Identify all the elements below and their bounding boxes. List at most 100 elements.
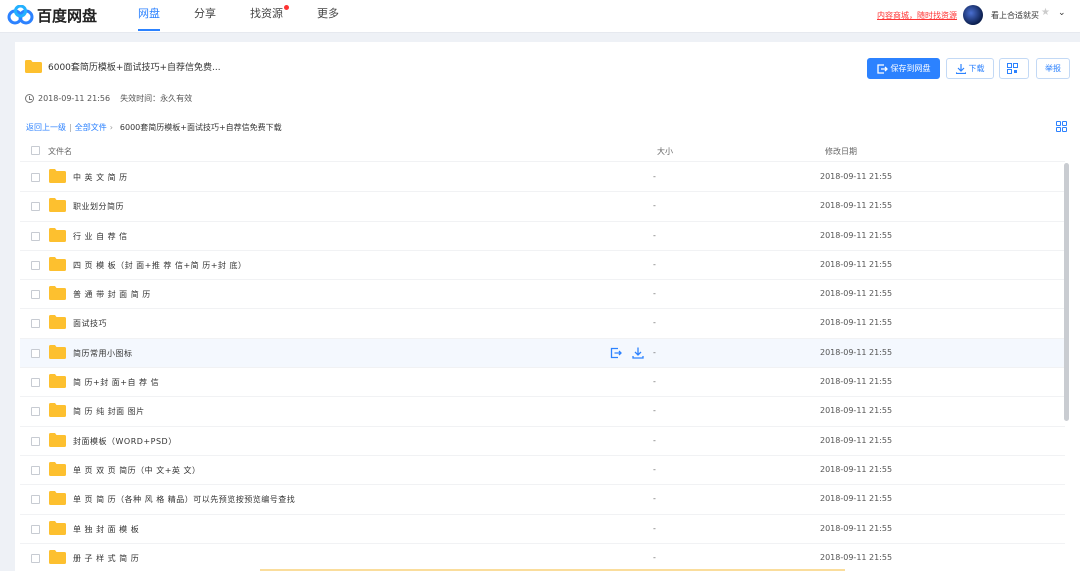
row-checkbox[interactable] xyxy=(31,290,40,300)
table-row[interactable]: 简 历 纯 封面 图片 - 2018-09-11 21:55 xyxy=(20,397,1065,427)
file-name[interactable]: 封面模板（WORD+PSD） xyxy=(73,436,177,447)
nav-tab-more[interactable]: 更多 xyxy=(317,0,339,33)
file-name[interactable]: 简历常用小图标 xyxy=(73,348,133,359)
avatar[interactable] xyxy=(963,5,983,25)
file-name[interactable]: 中 英 文 简 历 xyxy=(73,172,128,183)
row-checkbox[interactable] xyxy=(31,465,40,475)
breadcrumb-back-link[interactable]: 返回上一级 xyxy=(26,122,66,133)
table-row[interactable]: 普 通 带 封 面 简 历 - 2018-09-11 21:55 xyxy=(20,280,1065,310)
row-download-icon[interactable] xyxy=(632,347,644,359)
share-time: 2018-09-11 21:56 xyxy=(38,94,111,103)
table-row[interactable]: 单 页 简 历（各种 风 格 精品）可以先预览按预览编号查找 - 2018-09… xyxy=(20,485,1065,515)
brand-logo[interactable]: 百度网盘 xyxy=(7,4,97,26)
folder-icon xyxy=(49,344,66,359)
nav-tab-find-resources[interactable]: 找资源 xyxy=(250,0,289,33)
nav-tab-share[interactable]: 分享 xyxy=(194,0,216,33)
breadcrumb-all-files-link[interactable]: 全部文件 xyxy=(75,122,107,133)
file-name[interactable]: 四 页 模 板（封 面+推 荐 信+简 历+封 底） xyxy=(73,260,246,271)
row-checkbox[interactable] xyxy=(31,319,40,329)
row-checkbox[interactable] xyxy=(31,348,40,358)
file-name[interactable]: 行 业 自 荐 信 xyxy=(73,231,128,242)
breadcrumb-arrow: › xyxy=(109,123,113,132)
table-row[interactable]: 行 业 自 荐 信 - 2018-09-11 21:55 xyxy=(20,222,1065,251)
row-checkbox[interactable] xyxy=(31,173,40,182)
folder-icon xyxy=(49,403,66,418)
save-to-disk-icon xyxy=(876,63,888,74)
file-name[interactable]: 简 历+封 面+自 荐 信 xyxy=(73,377,159,388)
file-name[interactable]: 面试技巧 xyxy=(73,318,107,329)
file-date: 2018-09-11 21:55 xyxy=(820,230,893,240)
file-date: 2018-09-11 21:55 xyxy=(820,435,893,445)
file-date: 2018-09-11 21:55 xyxy=(820,201,893,211)
nav-tab-disk[interactable]: 网盘 xyxy=(138,0,160,33)
row-checkbox[interactable] xyxy=(31,495,40,505)
file-name[interactable]: 简 历 纯 封面 图片 xyxy=(73,406,145,417)
select-all-checkbox[interactable] xyxy=(31,146,40,155)
folder-icon xyxy=(49,198,66,213)
row-checkbox[interactable] xyxy=(31,524,40,534)
table-row[interactable]: 面试技巧 - 2018-09-11 21:55 xyxy=(20,309,1065,339)
row-checkbox[interactable] xyxy=(31,553,40,563)
file-date: 2018-09-11 21:55 xyxy=(820,494,893,504)
folder-icon xyxy=(49,227,66,242)
folder-icon xyxy=(49,286,66,301)
chevron-down-icon[interactable]: ⌄ xyxy=(1058,8,1066,18)
file-date: 2018-09-11 21:55 xyxy=(820,318,893,328)
table-row[interactable]: 简 历+封 面+自 荐 信 - 2018-09-11 21:55 xyxy=(20,368,1065,398)
table-row[interactable]: 封面模板（WORD+PSD） - 2018-09-11 21:55 xyxy=(20,427,1065,456)
table-row[interactable]: 职业划分简历 - 2018-09-11 21:55 xyxy=(20,192,1065,222)
table-row[interactable]: 四 页 模 板（封 面+推 荐 信+简 历+封 底） - 2018-09-11 … xyxy=(20,251,1065,281)
file-date: 2018-09-11 21:55 xyxy=(820,523,893,533)
scrollbar[interactable] xyxy=(1064,163,1069,421)
report-button[interactable]: 举报 xyxy=(1036,58,1070,79)
column-header-date[interactable]: 修改日期 xyxy=(825,146,857,157)
column-header-name[interactable]: 文件名 xyxy=(48,146,72,157)
file-date: 2018-09-11 21:55 xyxy=(820,377,893,387)
row-save-icon[interactable] xyxy=(610,347,622,359)
table-header: 文件名 大小 修改日期 xyxy=(20,140,1065,162)
file-name[interactable]: 册 子 样 式 简 历 xyxy=(73,553,139,564)
row-checkbox[interactable] xyxy=(31,202,40,212)
notification-dot xyxy=(284,5,289,10)
brand-name: 百度网盘 xyxy=(37,6,98,25)
file-size: - xyxy=(653,406,656,416)
file-size: - xyxy=(653,494,656,504)
file-name[interactable]: 单 页 双 页 简历（中 文+英 文） xyxy=(73,465,200,476)
folder-icon xyxy=(25,60,42,73)
table-row[interactable]: 册 子 样 式 简 历 - 2018-09-11 21:55 xyxy=(20,544,1065,571)
file-name[interactable]: 单 独 封 面 模 板 xyxy=(73,524,139,535)
row-checkbox[interactable] xyxy=(31,436,40,446)
table-row[interactable]: 简历常用小图标 - 2018-09-11 21:55 xyxy=(20,338,1065,369)
breadcrumb-current: 6000套简历模板+面试技巧+自荐信免费下载 xyxy=(119,123,282,132)
username[interactable]: 看上合适就买 xyxy=(991,10,1039,21)
save-to-disk-button[interactable]: 保存到网盘 xyxy=(867,58,940,79)
table-row[interactable]: 中 英 文 简 历 - 2018-09-11 21:55 xyxy=(20,163,1065,193)
table-row[interactable]: 单 页 双 页 简历（中 文+英 文） - 2018-09-11 21:55 xyxy=(20,456,1065,486)
download-button[interactable]: 下载 xyxy=(946,58,994,79)
file-size: - xyxy=(653,377,656,387)
folder-icon xyxy=(49,256,66,271)
folder-icon xyxy=(49,432,66,447)
row-checkbox[interactable] xyxy=(31,407,40,417)
column-header-size[interactable]: 大小 xyxy=(657,146,673,157)
row-checkbox[interactable] xyxy=(31,260,40,270)
grid-view-icon[interactable] xyxy=(1056,121,1067,132)
share-header: 6000套简历模板+面试技巧+自荐信免费... xyxy=(25,60,221,73)
promo-link[interactable]: 内容商城，随时找资源 xyxy=(877,10,957,21)
folder-icon xyxy=(49,315,66,330)
vip-badge-icon[interactable]: ★ xyxy=(1041,7,1053,19)
baidu-cloud-logo-icon xyxy=(7,5,34,25)
file-size: - xyxy=(653,552,656,562)
file-name[interactable]: 普 通 带 封 面 简 历 xyxy=(73,289,151,300)
row-checkbox[interactable] xyxy=(31,378,40,388)
file-size: - xyxy=(653,289,656,299)
file-date: 2018-09-11 21:55 xyxy=(820,289,893,299)
file-name[interactable]: 职业划分简历 xyxy=(73,201,124,212)
share-title: 6000套简历模板+面试技巧+自荐信免费... xyxy=(48,63,221,73)
table-row[interactable]: 单 独 封 面 模 板 - 2018-09-11 21:55 xyxy=(20,515,1065,544)
file-size: - xyxy=(653,523,656,533)
row-checkbox[interactable] xyxy=(31,231,40,241)
file-date: 2018-09-11 21:55 xyxy=(820,172,893,181)
qr-code-button[interactable] xyxy=(999,58,1029,79)
file-name[interactable]: 单 页 简 历（各种 风 格 精品）可以先预览按预览编号查找 xyxy=(73,494,295,505)
